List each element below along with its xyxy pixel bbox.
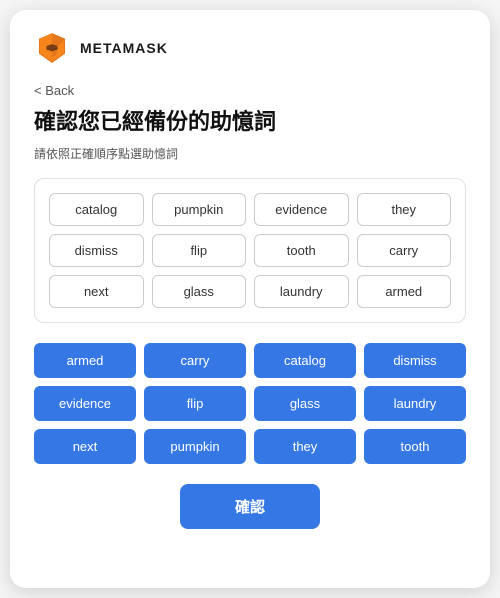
page-title: 確認您已經備份的助憶詞 — [34, 108, 466, 137]
selected-words-grid: armedcarrycatalogdismiss evidenceflipglas… — [34, 343, 466, 464]
word-pool-chip[interactable]: glass — [152, 275, 247, 308]
selected-word-chip[interactable]: glass — [254, 386, 356, 421]
selected-word-chip[interactable]: catalog — [254, 343, 356, 378]
logo-text: METAMASK — [80, 40, 168, 56]
word-pool-chip[interactable]: next — [49, 275, 144, 308]
word-pool-chip[interactable]: they — [357, 193, 452, 226]
selected-word-chip[interactable]: tooth — [364, 429, 466, 464]
page-container: METAMASK < Back 確認您已經備份的助憶詞 請依照正確順序點選助憶詞… — [10, 10, 490, 588]
selected-words-container: armedcarrycatalogdismiss evidenceflipglas… — [34, 343, 466, 464]
page-subtitle: 請依照正確順序點選助憶詞 — [34, 145, 466, 162]
header: METAMASK — [34, 30, 466, 66]
word-pool-chip[interactable]: evidence — [254, 193, 349, 226]
selected-word-chip[interactable]: carry — [144, 343, 246, 378]
word-pool-chip[interactable]: armed — [357, 275, 452, 308]
word-pool-chip[interactable]: pumpkin — [152, 193, 247, 226]
selected-word-chip[interactable]: evidence — [34, 386, 136, 421]
selected-word-chip[interactable]: laundry — [364, 386, 466, 421]
selected-word-chip[interactable]: dismiss — [364, 343, 466, 378]
word-pool-chip[interactable]: laundry — [254, 275, 349, 308]
selected-word-chip[interactable]: flip — [144, 386, 246, 421]
word-pool-grid: catalogpumpkinevidencethey dismissfliptoo… — [49, 193, 451, 308]
word-pool-chip[interactable]: dismiss — [49, 234, 144, 267]
metamask-logo-icon — [34, 30, 70, 66]
selected-word-chip[interactable]: pumpkin — [144, 429, 246, 464]
selected-word-chip[interactable]: next — [34, 429, 136, 464]
back-button[interactable]: < Back — [34, 83, 74, 98]
word-pool-chip[interactable]: carry — [357, 234, 452, 267]
selected-word-chip[interactable]: armed — [34, 343, 136, 378]
word-pool-chip[interactable]: flip — [152, 234, 247, 267]
confirm-button[interactable]: 確認 — [180, 484, 320, 529]
word-pool-chip[interactable]: tooth — [254, 234, 349, 267]
word-pool-chip[interactable]: catalog — [49, 193, 144, 226]
word-pool-container: catalogpumpkinevidencethey dismissfliptoo… — [34, 178, 466, 323]
selected-word-chip[interactable]: they — [254, 429, 356, 464]
